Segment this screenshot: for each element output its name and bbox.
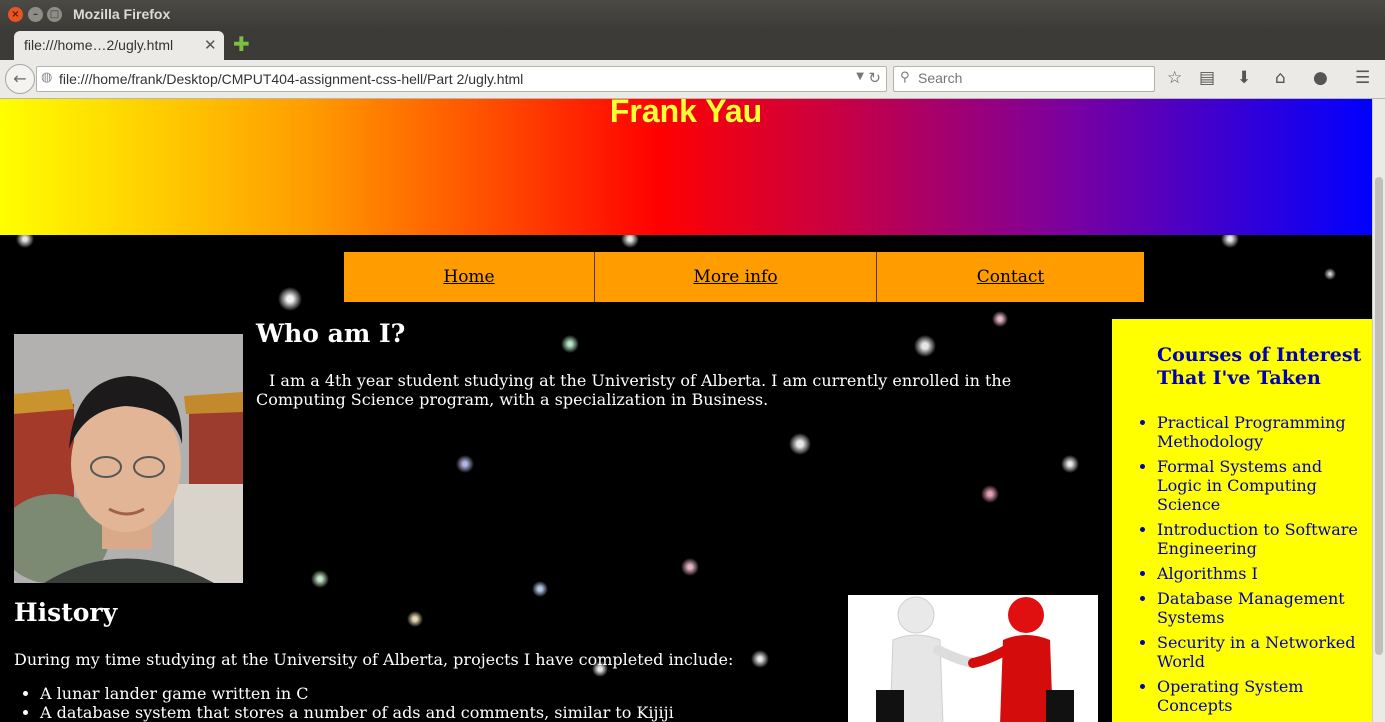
header-banner: Frank Yau	[0, 99, 1372, 235]
list-item: A database system that stores a number o…	[40, 703, 674, 722]
window-titlebar: × – □ Mozilla Firefox	[0, 0, 1385, 30]
nav-item-more-info: More info	[595, 252, 877, 302]
course-item: Security in a Networked World	[1157, 633, 1367, 671]
search-icon: ⚲	[900, 70, 910, 85]
maximize-window-icon[interactable]: □	[47, 7, 62, 22]
courses-heading: Courses of Interest That I've Taken	[1157, 344, 1362, 389]
reading-list-icon[interactable]: ▤	[1199, 68, 1215, 88]
bookmark-star-icon[interactable]: ☆	[1167, 68, 1182, 88]
scrollbar-thumb[interactable]	[1375, 177, 1383, 655]
page-viewport: Frank Yau Home More info Contact Who am …	[0, 99, 1372, 722]
tab-close-icon[interactable]: ✕	[204, 36, 217, 54]
list-item: A lunar lander game written in C	[40, 684, 674, 703]
course-item: Algorithms I	[1157, 564, 1367, 583]
back-icon[interactable]: ←	[5, 64, 35, 94]
course-item: Practical Programming Methodology	[1157, 413, 1367, 451]
projects-list: A lunar lander game written in C A datab…	[14, 684, 674, 722]
course-item: Database Management Systems	[1157, 589, 1367, 627]
history-intro: During my time studying at the Universit…	[14, 650, 734, 669]
chat-icon[interactable]: ●	[1313, 68, 1328, 88]
url-text[interactable]: file:///home/frank/Desktop/CMPUT404-assi…	[59, 71, 523, 87]
profile-photo	[14, 334, 243, 583]
download-icon[interactable]: ⬇	[1237, 68, 1251, 88]
nav-item-home: Home	[344, 252, 595, 302]
who-text: I am a 4th year student studying at the …	[256, 371, 1012, 409]
site-title: Frank Yau	[609, 99, 763, 129]
url-dropdown-icon[interactable]: ▼	[856, 71, 864, 82]
menu-icon[interactable]: ☰	[1355, 68, 1370, 88]
tab-active[interactable]: file:///home…2/ugly.html ✕	[14, 31, 224, 60]
window-title: Mozilla Firefox	[73, 6, 171, 22]
nav-item-contact: Contact	[877, 252, 1144, 302]
nav-link-home[interactable]: Home	[443, 267, 494, 287]
course-item: Operating System Concepts	[1157, 677, 1367, 715]
new-tab-icon[interactable]: ✚	[233, 32, 250, 56]
tab-label: file:///home…2/ugly.html	[24, 37, 174, 53]
navigation-toolbar: ← ◍ file:///home/frank/Desktop/CMPUT404-…	[0, 60, 1385, 99]
page-scrollbar[interactable]	[1372, 99, 1385, 722]
who-heading: Who am I?	[256, 319, 406, 348]
course-item: Formal Systems and Logic in Computing Sc…	[1157, 457, 1367, 514]
url-bar[interactable]: ◍ file:///home/frank/Desktop/CMPUT404-as…	[36, 66, 887, 92]
close-window-icon[interactable]: ×	[8, 7, 23, 22]
handshake-image	[848, 595, 1098, 722]
nav-link-contact[interactable]: Contact	[977, 267, 1045, 287]
course-item: Introduction to Software Engineering	[1157, 520, 1367, 558]
search-input[interactable]	[918, 69, 1143, 87]
nav-link-more-info[interactable]: More info	[693, 267, 777, 287]
reload-icon[interactable]: ↻	[868, 69, 881, 87]
history-heading: History	[14, 598, 118, 627]
courses-sidebar: Courses of Interest That I've Taken Prac…	[1112, 319, 1372, 722]
minimize-window-icon[interactable]: –	[28, 7, 43, 22]
tab-strip: file:///home…2/ugly.html ✕ ✚	[0, 30, 1385, 60]
nav-menu: Home More info Contact	[344, 252, 1144, 302]
home-icon[interactable]: ⌂	[1275, 68, 1286, 88]
courses-list: Practical Programming Methodology Formal…	[1157, 413, 1367, 721]
globe-icon: ◍	[41, 70, 53, 85]
search-bar[interactable]: ⚲	[893, 66, 1155, 92]
